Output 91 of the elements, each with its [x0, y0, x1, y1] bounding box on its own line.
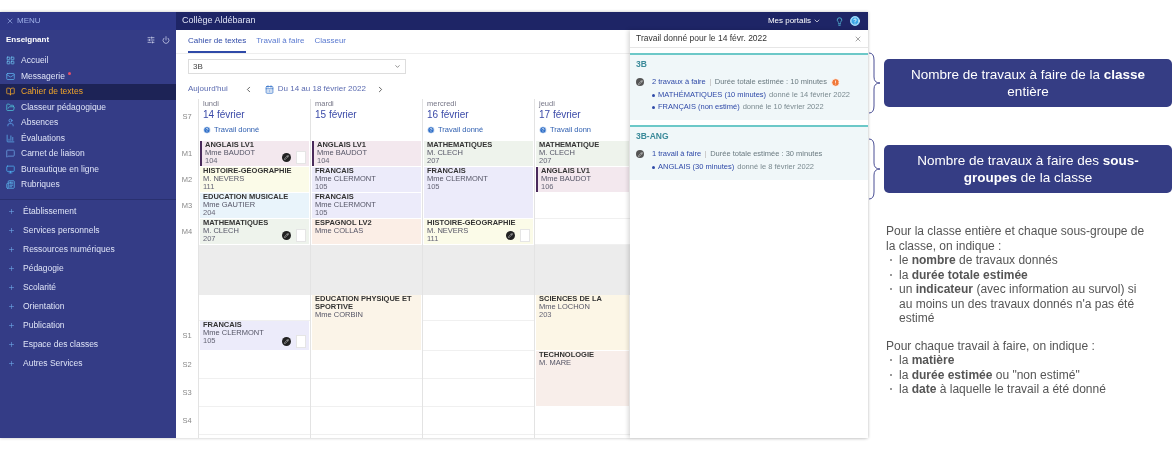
dropdown-icon	[394, 63, 401, 70]
portals-menu[interactable]: Mes portails	[767, 15, 821, 27]
sidebar-item[interactable]: Évaluations	[0, 130, 176, 146]
folder-icon	[6, 102, 15, 112]
calendar-icon[interactable]	[264, 84, 274, 94]
note-intro: Pour chaque travail à faire, on indique :	[886, 338, 1096, 353]
day-date: 14 février	[203, 108, 246, 121]
plus-icon	[8, 302, 15, 310]
class-select[interactable]: 3B	[188, 59, 406, 74]
homework-icon	[282, 153, 291, 162]
sidebar-item[interactable]: Cahier de textes	[0, 84, 176, 100]
day-date: 17 février	[539, 108, 582, 121]
group-name: 3B	[636, 57, 648, 71]
note-point: la date à laquelle le travail a été donné	[899, 382, 1106, 397]
power-icon[interactable]	[162, 36, 170, 44]
homework-icon	[282, 231, 291, 240]
sidebar-item[interactable]: Absences	[0, 115, 176, 131]
annotation-box: Nombre de travaux à faire de la classe entière	[884, 59, 1172, 107]
book-icon	[6, 87, 15, 97]
homework-icon	[282, 337, 291, 346]
group-name: 3B-ANG	[636, 129, 670, 143]
sidebar-item[interactable]: Classeur pédagogique	[0, 99, 176, 115]
help-icon[interactable]	[850, 16, 860, 26]
plus-icon	[8, 321, 15, 329]
sidebar-item[interactable]: Bureautique en ligne	[0, 161, 176, 177]
bar-chart-icon	[6, 133, 15, 143]
sidebar-section[interactable]: Publication	[0, 315, 176, 335]
mail-icon	[6, 71, 15, 81]
lightbulb-icon[interactable]	[835, 16, 844, 26]
checkbox[interactable]	[520, 229, 530, 242]
checkbox[interactable]	[296, 335, 306, 348]
note-point: un indicateur (avec information au survol) si au moins un des travaux donnés n'a pas été estimé	[899, 282, 1138, 326]
tab[interactable]: Cahier de textes	[188, 35, 247, 53]
sidebar-section[interactable]: Ressources numériques	[0, 239, 176, 259]
day-date: 16 février	[427, 108, 470, 121]
annotation-box: Nombre de travaux à faire des sous-groupes de la classe	[884, 145, 1172, 193]
sidebar-section[interactable]: Scolarité	[0, 277, 176, 297]
monitor-icon	[6, 164, 15, 174]
pencil-icon	[636, 150, 644, 158]
plus-icon	[8, 207, 15, 215]
help-icon	[427, 125, 435, 134]
plus-icon	[8, 283, 15, 291]
grid-icon	[6, 56, 15, 66]
plus-icon	[8, 226, 15, 234]
note-intro: Pour la classe entière et chaque sous-groupe de la classe, on indique :	[886, 224, 1146, 253]
note-point: la matière	[899, 353, 955, 368]
person-icon	[6, 118, 15, 128]
note-point: la durée totale estimée	[899, 267, 1028, 282]
today-button[interactable]: Aujourd'hui	[188, 83, 228, 95]
checkbox[interactable]	[296, 229, 306, 242]
close-icon	[6, 17, 14, 25]
sidebar-section[interactable]: Établissement	[0, 201, 176, 221]
sidebar-section[interactable]: Autres Services	[0, 353, 176, 373]
sidebar-section[interactable]: Services personnels	[0, 220, 176, 240]
day-date: 15 février	[315, 108, 358, 121]
plus-icon	[8, 264, 15, 272]
sidebar-item[interactable]: Accueil	[0, 53, 176, 69]
bullet-icon	[652, 105, 655, 109]
sidebar-item[interactable]: Messagerie	[0, 68, 176, 84]
note-point: la durée estimée ou "non estimé"	[899, 367, 1080, 382]
sidebar-item[interactable]: Carnet de liaison	[0, 146, 176, 162]
brace-icon	[868, 52, 882, 114]
plus-icon	[8, 245, 15, 253]
newspaper-icon	[6, 180, 15, 190]
caret-icon	[813, 17, 821, 25]
help-icon	[203, 125, 211, 134]
school-name: Collège Aldébaran	[182, 14, 256, 28]
bullet-icon	[652, 165, 655, 169]
sidebar-section[interactable]: Pédagogie	[0, 258, 176, 278]
sidebar-section[interactable]: Espace des classes	[0, 334, 176, 354]
role-label: Enseignant	[6, 34, 50, 46]
help-icon	[539, 125, 547, 134]
tab[interactable]: Classeur	[314, 35, 346, 53]
plus-icon	[8, 359, 15, 367]
chat-icon	[6, 149, 15, 159]
note-point: le nombre de travaux donnés	[899, 253, 1058, 268]
warning-icon[interactable]	[830, 77, 840, 87]
checkbox[interactable]	[296, 151, 306, 164]
plus-icon	[8, 340, 15, 348]
tab[interactable]: Travail à faire	[256, 35, 305, 53]
settings-icon[interactable]	[147, 36, 155, 44]
date-range: Du 14 au 18 février 2022	[277, 83, 366, 95]
homework-icon	[506, 231, 515, 240]
panel-title: Travail donné pour le 14 févr. 2022	[636, 32, 768, 45]
pencil-icon	[636, 78, 644, 86]
sidebar-section[interactable]: Orientation	[0, 296, 176, 316]
bullet-icon	[652, 93, 655, 97]
brace-icon	[868, 138, 882, 200]
close-icon[interactable]	[854, 34, 862, 43]
menu-button[interactable]: MENU	[0, 12, 176, 30]
sidebar-item[interactable]: Rubriques	[0, 177, 176, 193]
